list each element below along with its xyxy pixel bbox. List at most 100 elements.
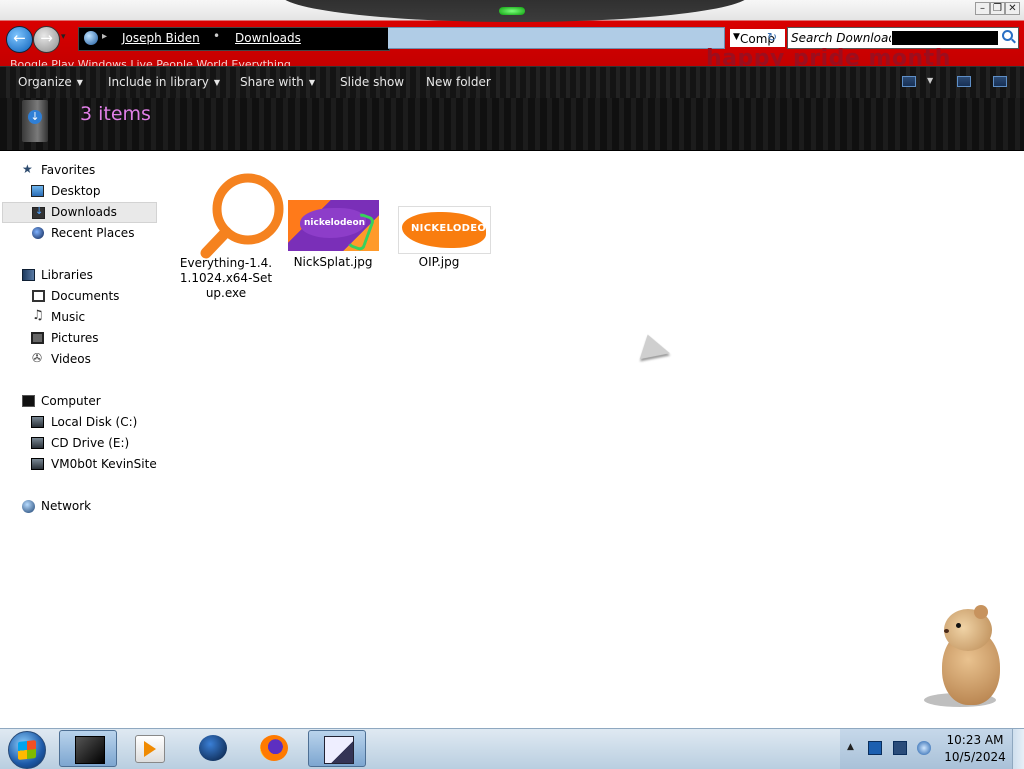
sidebar-label: Libraries — [41, 268, 93, 282]
address-bar-empty-area[interactable] — [388, 27, 725, 49]
close-button[interactable]: ✕ — [1005, 2, 1020, 15]
sidebar-item-network-drive[interactable]: VM0b0t KevinSite — [0, 454, 157, 475]
file-oip[interactable]: NICKELODEON OIP.jpg — [387, 151, 491, 276]
network-tray-icon[interactable] — [893, 741, 907, 755]
network-icon — [22, 500, 35, 513]
show-hidden-icons-button[interactable]: ▲ — [847, 742, 854, 752]
sidebar-label: Videos — [51, 352, 91, 366]
paint-icon — [324, 736, 354, 764]
sidebar-item-documents[interactable]: Documents — [0, 286, 157, 307]
file-list[interactable]: Everything-1.4.1.1024.x64-Setup.exe nick… — [160, 151, 1024, 728]
breadcrumb-joseph-biden[interactable]: Joseph Biden — [122, 31, 200, 45]
cd-drive-icon — [31, 437, 44, 449]
sidebar-label: Downloads — [51, 205, 117, 219]
preview-pane-icon[interactable] — [957, 76, 971, 87]
network-drive-icon — [31, 458, 44, 470]
command-bar: Organize ▼ Include in library ▼ Share with… — [0, 66, 1024, 99]
sidebar-item-favorites[interactable]: ★ Favorites — [0, 160, 157, 181]
restore-button[interactable]: ❐ — [990, 2, 1005, 15]
share-with-label: Share with — [240, 75, 304, 89]
organize-label: Organize — [18, 75, 72, 89]
breadcrumb-separator[interactable]: • — [213, 29, 220, 43]
sidebar-item-desktop[interactable]: Desktop — [0, 181, 157, 202]
sidebar-item-computer[interactable]: Computer — [0, 391, 157, 412]
refresh-icon[interactable]: ↻ — [767, 30, 777, 44]
taskbar-firefox[interactable] — [245, 730, 303, 767]
search-icon[interactable] — [1002, 30, 1013, 41]
organize-menu[interactable]: Organize ▼ — [18, 75, 83, 89]
taskbar-globe-browser[interactable] — [184, 730, 242, 767]
share-with-menu[interactable]: Share with ▼ — [240, 75, 315, 89]
taskbar-paint[interactable] — [308, 730, 366, 767]
star-icon: ★ — [22, 162, 33, 176]
oip-thumbnail: NICKELODEON — [398, 206, 491, 254]
nicksplat-thumbnail: nickelodeon — [288, 200, 379, 251]
download-arrow-icon: ↓ — [28, 110, 42, 124]
clock-time[interactable]: 10:23 AM — [940, 733, 1010, 747]
everything-search-icon — [200, 173, 284, 259]
globe-icon — [199, 735, 227, 761]
sidebar-item-recent-places[interactable]: Recent Places — [0, 223, 157, 244]
taskbar-windows-explorer[interactable] — [59, 730, 117, 767]
file-everything-setup[interactable]: Everything-1.4.1.1024.x64-Setup.exe — [178, 159, 284, 304]
file-name: Everything-1.4.1.1024.x64-Setup.exe — [179, 256, 273, 300]
sidebar-label: Pictures — [51, 331, 99, 345]
taskbar-media-player[interactable] — [120, 730, 178, 767]
sidebar-label: Documents — [51, 289, 120, 303]
sidebar-item-libraries[interactable]: Libraries — [0, 265, 157, 286]
view-options-dropdown[interactable]: ▼ — [927, 76, 933, 85]
sidebar-label: VM0b0t KevinSite — [51, 457, 157, 471]
chevron-right-icon[interactable]: ▸ — [102, 31, 107, 42]
include-in-library-label: Include in library — [108, 75, 209, 89]
minimize-button[interactable]: – — [975, 2, 990, 15]
slide-show-button[interactable]: Slide show — [340, 75, 404, 89]
hamster-desktop-pet[interactable] — [922, 605, 1008, 711]
file-name: NickSplat.jpg — [293, 255, 373, 269]
sidebar-label: Network — [41, 499, 92, 513]
help-icon[interactable] — [993, 76, 1007, 87]
address-bar[interactable]: ▸ Joseph Biden • Downloads — [78, 27, 390, 51]
hard-disk-icon — [31, 416, 44, 428]
desktop-icon — [31, 185, 44, 197]
breadcrumb-downloads[interactable]: Downloads — [235, 31, 301, 45]
file-name: OIP.jpg — [418, 255, 460, 269]
computer-icon — [84, 31, 98, 45]
new-folder-button[interactable]: New folder — [426, 75, 491, 89]
details-header: ↓ 3 items — [0, 98, 1024, 151]
change-view-icon[interactable] — [902, 76, 916, 87]
sidebar-item-videos[interactable]: ✇ Videos — [0, 349, 157, 370]
clock-date[interactable]: 10/5/2024 — [940, 750, 1010, 764]
search-input[interactable] — [788, 28, 891, 48]
start-button[interactable] — [8, 731, 46, 769]
volume-icon[interactable] — [917, 741, 931, 755]
sidebar-item-network[interactable]: Network — [0, 496, 157, 517]
back-button[interactable]: ← — [6, 26, 33, 53]
sidebar-item-downloads[interactable]: Downloads — [2, 202, 157, 223]
recent-places-icon — [32, 227, 44, 239]
system-tray: ▲ 10:23 AM 10/5/2024 — [840, 729, 1024, 769]
computer-icon — [22, 395, 35, 407]
sidebar-label: CD Drive (E:) — [51, 436, 130, 450]
address-dropdown[interactable]: ▼ Comp ↻ — [730, 29, 785, 47]
chevron-down-icon: ▼ — [213, 78, 221, 87]
music-icon: ♫ — [32, 308, 44, 323]
sidebar-item-cd-drive[interactable]: CD Drive (E:) — [0, 433, 157, 454]
file-nicksplat[interactable]: nickelodeon NickSplat.jpg — [282, 151, 384, 276]
sidebar-item-music[interactable]: ♫ Music — [0, 307, 157, 328]
forward-button[interactable]: → — [33, 26, 60, 53]
firefox-icon — [260, 735, 288, 761]
chevron-down-icon[interactable]: ▼ — [733, 32, 740, 42]
sidebar-label: Local Disk (C:) — [51, 415, 138, 429]
pictures-icon — [31, 332, 44, 344]
title-background-text: Boogle Play Windows Live People World Ev… — [10, 58, 291, 66]
window-title-bar: – ❐ ✕ ← → ▾ ▸ Joseph Biden • Downloads ▼… — [0, 0, 1024, 66]
thumbnail-logo-text: NICKELODEON — [411, 223, 491, 234]
sidebar-label: Music — [51, 310, 86, 324]
show-desktop-button[interactable] — [1012, 729, 1024, 769]
navigation-pane: ★ Favorites Desktop Downloads Recent Pla… — [0, 151, 160, 728]
action-center-icon[interactable] — [868, 741, 882, 755]
sidebar-item-pictures[interactable]: Pictures — [0, 328, 157, 349]
recent-pages-dropdown[interactable]: ▾ — [61, 32, 66, 42]
sidebar-item-local-disk[interactable]: Local Disk (C:) — [0, 412, 157, 433]
include-in-library-menu[interactable]: Include in library ▼ — [108, 75, 220, 89]
